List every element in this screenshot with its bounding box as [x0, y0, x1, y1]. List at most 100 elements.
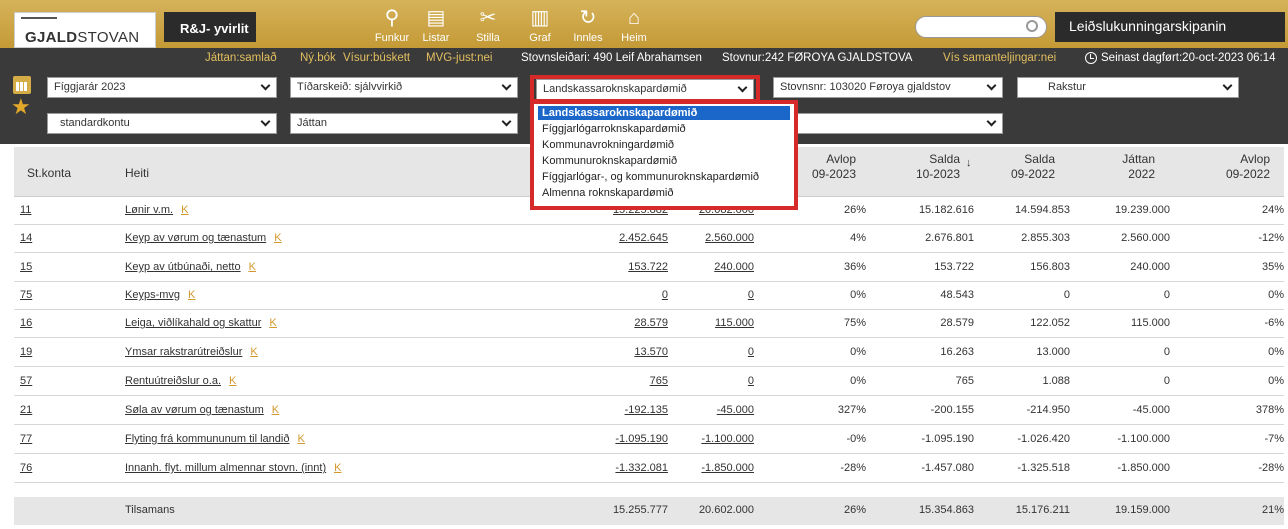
- heiti-link[interactable]: Keyp av útbúnaði, netto K: [125, 261, 256, 273]
- heiti-link[interactable]: Flyting frá kommununum til landið K: [125, 433, 305, 445]
- col-salda2-b[interactable]: 09-2022: [975, 167, 1055, 181]
- konta-link[interactable]: 11: [20, 204, 31, 216]
- k-link[interactable]: K: [249, 261, 256, 273]
- select-stovnsnr[interactable]: Stovnsnr: 103020 Føroya gjaldstov: [773, 77, 1003, 98]
- col-stkonta[interactable]: St.konta: [27, 166, 71, 180]
- value-link[interactable]: 0: [654, 346, 754, 358]
- value-link-text: -45.000: [716, 404, 754, 416]
- salda-value-text: 15.182.616: [918, 204, 974, 216]
- logo[interactable]: GJALDSTOVAN: [14, 12, 156, 48]
- nav-heim[interactable]: ⌂ Heim: [612, 6, 656, 46]
- avlop-value-text: 0%: [850, 289, 866, 301]
- col-avlop-a[interactable]: Avlop: [796, 152, 856, 166]
- value-link[interactable]: -1.850.000: [654, 462, 754, 474]
- search-icon[interactable]: [1026, 20, 1038, 32]
- select-tidarskeid[interactable]: Tíðarskeið: sjálvvirkið: [290, 77, 518, 98]
- select-kontu[interactable]: standardkontu: [47, 113, 277, 134]
- info-nybok[interactable]: Ný.bók: [300, 52, 336, 64]
- info-visur[interactable]: Vísur:búskett: [343, 52, 410, 64]
- heiti-link[interactable]: Ymsar rakstrarútreiðslur K: [125, 346, 258, 358]
- col-heiti[interactable]: Heiti: [125, 166, 149, 180]
- user-menu[interactable]: Leiðslukunningarskipanin: [1055, 12, 1285, 42]
- heiti-link[interactable]: Keyps-mvg K: [125, 289, 195, 301]
- konta-link[interactable]: 57: [20, 375, 32, 387]
- heiti-link[interactable]: Søla av vørum og tænastum K: [125, 404, 279, 416]
- heiti-link-text: Keyp av vørum og tænastum: [125, 232, 267, 244]
- value-link[interactable]: 153.722: [568, 261, 668, 273]
- value-link[interactable]: 0: [654, 375, 754, 387]
- col-salda-a[interactable]: Salda: [890, 152, 960, 166]
- k-link[interactable]: K: [269, 317, 276, 329]
- heiti-link[interactable]: Innanh. flyt. millum almennar stovn. (in…: [125, 462, 341, 474]
- k-link[interactable]: K: [272, 404, 279, 416]
- salda-value-text: 2.676.801: [925, 232, 974, 244]
- konta-link[interactable]: 75: [20, 289, 32, 301]
- nav-label: Graf: [529, 32, 551, 44]
- konta-link[interactable]: 21: [20, 404, 32, 416]
- dropdown-option[interactable]: Kommunuroknskapardømið: [538, 154, 790, 168]
- konta-link[interactable]: 14: [20, 232, 32, 244]
- info-mvg[interactable]: MVG-just:nei: [426, 52, 492, 64]
- jattan-value: -1.850.000: [1074, 462, 1170, 474]
- value-link[interactable]: 240.000: [654, 261, 754, 273]
- dropdown-option[interactable]: Kommunavrokningardømið: [538, 138, 790, 152]
- heiti-link[interactable]: Lønir v.m. K: [125, 204, 188, 216]
- konta-link[interactable]: 77: [20, 433, 32, 445]
- info-vis-samanteljingar[interactable]: Vís samanteljingar:nei: [943, 52, 1056, 64]
- konta-link[interactable]: 19: [20, 346, 32, 358]
- nav-graf[interactable]: ▥ Graf: [518, 6, 562, 46]
- value-link[interactable]: -45.000: [654, 404, 754, 416]
- select-figgjarar[interactable]: Fíggjarár 2023: [47, 77, 277, 98]
- k-link[interactable]: K: [334, 462, 341, 474]
- nav-listar[interactable]: ▤ Listar: [414, 6, 458, 46]
- col-avlop2-b[interactable]: 09-2022: [1190, 167, 1270, 181]
- value-link[interactable]: 765: [568, 375, 668, 387]
- value-link[interactable]: 0: [654, 289, 754, 301]
- k-link[interactable]: K: [229, 375, 236, 387]
- value-link[interactable]: 0: [568, 289, 668, 301]
- konta-link[interactable]: 16: [20, 317, 32, 329]
- value-link[interactable]: 13.570: [568, 346, 668, 358]
- nav-stilla[interactable]: ✂ Stilla: [466, 6, 510, 46]
- heiti-link[interactable]: Leiga, viðlíkahald og skattur K: [125, 317, 277, 329]
- value-link[interactable]: -1.100.000: [654, 433, 754, 445]
- sort-down-icon[interactable]: ↓: [966, 157, 972, 169]
- value-link[interactable]: 115.000: [654, 317, 754, 329]
- avlop2-value: -28%: [1204, 462, 1284, 474]
- col-salda2-a[interactable]: Salda: [975, 152, 1055, 166]
- k-link[interactable]: K: [274, 232, 281, 244]
- heiti-link[interactable]: Keyp av vørum og tænastum K: [125, 232, 282, 244]
- value-link[interactable]: 2.560.000: [654, 232, 754, 244]
- search-input[interactable]: [915, 16, 1047, 38]
- col-jattan-b[interactable]: 2022: [1075, 167, 1155, 181]
- value-link[interactable]: -1.332.081: [568, 462, 668, 474]
- col-avlop-b[interactable]: 09-2023: [796, 167, 856, 181]
- k-link[interactable]: K: [181, 204, 188, 216]
- k-link[interactable]: K: [188, 289, 195, 301]
- value-link[interactable]: -192.135: [568, 404, 668, 416]
- k-link[interactable]: K: [297, 433, 304, 445]
- value-link[interactable]: -1.095.190: [568, 433, 668, 445]
- dropdown-option[interactable]: Fíggjarlógar-, og kommunuroknskapardømið: [538, 170, 790, 184]
- konta-link[interactable]: 76: [20, 462, 32, 474]
- avlop-value-text: -0%: [846, 433, 866, 445]
- value-link[interactable]: 28.579: [568, 317, 668, 329]
- info-jattan[interactable]: Játtan:samlað: [205, 52, 277, 64]
- dropdown-option[interactable]: Fíggjarlógarroknskapardømið: [538, 122, 790, 136]
- col-salda-b[interactable]: 10-2023: [890, 167, 960, 181]
- dropdown-option[interactable]: Almenna roknskapardømið: [538, 186, 790, 200]
- dropdown-option[interactable]: Landskassaroknskapardømið: [538, 106, 790, 120]
- col-jattan-a[interactable]: Játtan: [1075, 152, 1155, 166]
- select-jattan[interactable]: Játtan: [290, 113, 518, 134]
- nav-funkur[interactable]: ⚲ Funkur: [370, 6, 414, 46]
- select-rakstur[interactable]: Rakstur: [1017, 77, 1239, 98]
- value-link[interactable]: 2.452.645: [568, 232, 668, 244]
- k-link[interactable]: K: [250, 346, 257, 358]
- nav-label: Innles: [573, 32, 603, 44]
- app-title[interactable]: R&J- yvirlit: [164, 12, 256, 42]
- nav-innles[interactable]: ↻ Innles: [566, 6, 610, 46]
- konta-link[interactable]: 15: [20, 261, 32, 273]
- heiti-link[interactable]: Rentuútreiðslur o.a. K: [125, 375, 236, 387]
- select-extra[interactable]: [773, 113, 1003, 134]
- col-avlop2-a[interactable]: Avlop: [1190, 152, 1270, 166]
